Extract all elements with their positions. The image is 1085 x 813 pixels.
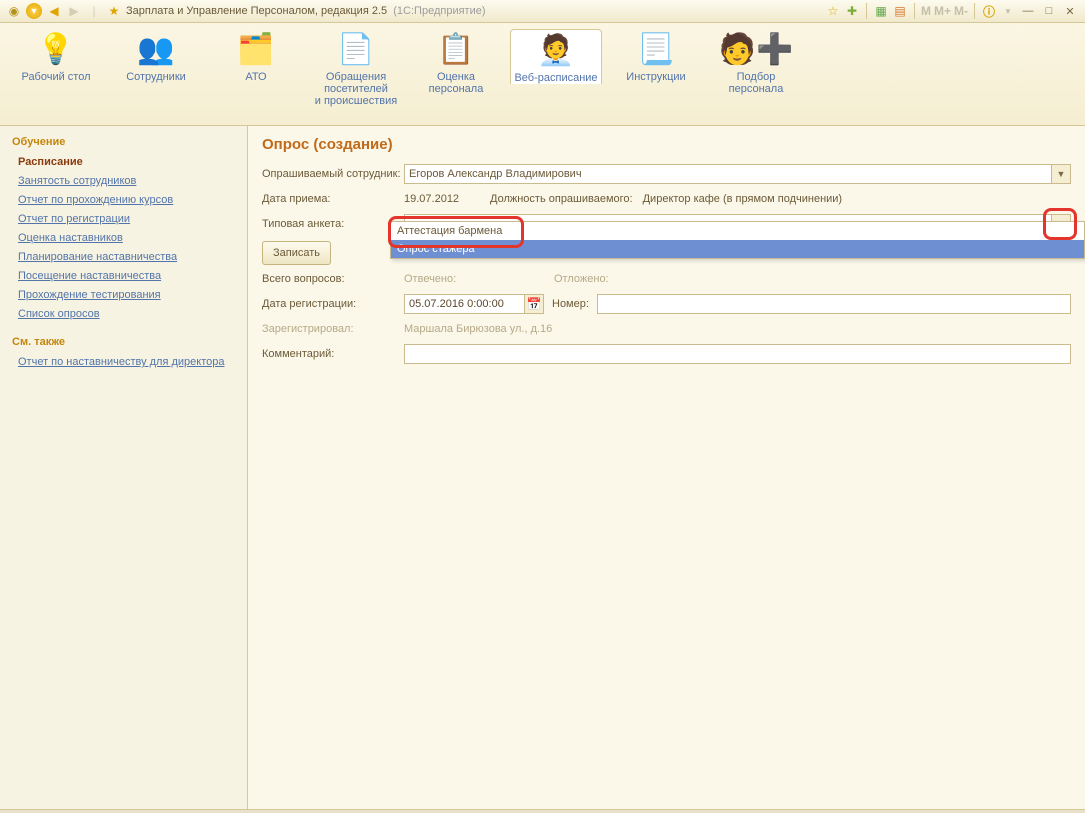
sidebar-link-testing[interactable]: Прохождение тестирования (18, 287, 229, 303)
toolbar-sublabel: и происшествия (315, 95, 397, 107)
sidebar-link-mentoring-plan[interactable]: Планирование наставничества (18, 249, 229, 265)
regdate-input[interactable]: 05.07.2016 0:00:00 📅 (404, 294, 544, 314)
document-icon: 📄 (336, 29, 376, 69)
maximize-button[interactable]: □ (1040, 3, 1058, 19)
folder-icon: 🗂️ (236, 29, 276, 69)
toolbar-label: Веб-расписание (514, 72, 597, 84)
main-toolbar: 💡 Рабочий стол 👥 Сотрудники 🗂️ АТО 📄 Обр… (0, 23, 1085, 126)
desk-lamp-icon: 💡 (36, 29, 76, 69)
dropdown-option-selected[interactable]: Опрос стажера (391, 240, 1084, 258)
sidebar-link-registration-report[interactable]: Отчет по регистрации (18, 211, 229, 227)
window-titlebar: ◉ ▼ ◀ ▶ | ★ Зарплата и Управление Персон… (0, 0, 1085, 23)
sidebar-link-employment[interactable]: Занятость сотрудников (18, 173, 229, 189)
label-deferred: Отложено: (554, 273, 609, 285)
window-title: Зарплата и Управление Персоналом, редакц… (126, 5, 486, 17)
person-plus-icon: 🧑‍➕ (736, 29, 776, 69)
dropdown-option[interactable]: Аттестация бармена (391, 222, 1084, 240)
toolbar-label: Инструкции (626, 71, 685, 83)
label-employee: Опрашиваемый сотрудник: (262, 168, 404, 180)
divider: | (86, 3, 102, 19)
toolbar-item-recruitment[interactable]: 🧑‍➕ Подбор персонала (710, 29, 802, 95)
app-logo-icon: ◉ (6, 3, 22, 19)
people-icon: 👥 (136, 29, 176, 69)
toolbar-item-visitors[interactable]: 📄 Обращения посетителей и происшествия (310, 29, 402, 107)
sidebar-link-mentoring-director-report[interactable]: Отчет по наставничеству для директора (18, 354, 229, 370)
separator (866, 3, 867, 19)
statusbar (0, 809, 1085, 813)
label-position: Должность опрашиваемого: (490, 193, 633, 205)
nav-back-icon[interactable]: ◀ (46, 3, 62, 19)
comment-input[interactable] (404, 344, 1071, 364)
toolbar-sublabel: персонала (729, 83, 784, 95)
mem-m[interactable]: M (921, 4, 931, 18)
label-registered: Зарегистрировал: (262, 323, 404, 335)
label-survey: Типовая анкета: (262, 218, 404, 230)
calculator-icon[interactable]: ▦ (873, 3, 889, 19)
star-icon[interactable]: ★ (106, 3, 122, 19)
dropdown-icon[interactable]: ▼ (26, 3, 42, 19)
toolbar-sublabel: персонала (429, 83, 484, 95)
employee-value: Егоров Александр Владимирович (409, 168, 582, 180)
toolbar-label: Обращения посетителей (310, 71, 402, 95)
toolbar-label: Сотрудники (126, 71, 186, 83)
info-dd-icon[interactable]: ▼ (1000, 3, 1016, 19)
sidebar-heading-training: Обучение (12, 136, 235, 148)
label-answered: Отвечено: (404, 273, 554, 285)
fav-star-icon[interactable]: ☆ (825, 3, 841, 19)
calendar-icon[interactable]: 📅 (524, 295, 543, 313)
toolbar-label: АТО (245, 71, 266, 83)
bookmark-icon[interactable]: ✚ (844, 3, 860, 19)
label-hiredate: Дата приема: (262, 193, 404, 205)
survey-dropdown-list[interactable]: Аттестация бармена Опрос стажера (390, 221, 1085, 259)
toolbar-label: Рабочий стол (21, 71, 90, 83)
clipboard-icon: 📋 (436, 29, 476, 69)
page-icon: 📃 (636, 29, 676, 69)
toolbar-item-instructions[interactable]: 📃 Инструкции (610, 29, 702, 83)
page-title: Опрос (создание) (262, 136, 1071, 153)
regdate-value: 05.07.2016 0:00:00 (409, 298, 504, 310)
toolbar-label: Оценка (437, 71, 475, 83)
sidebar-link-course-report[interactable]: Отчет по прохождению курсов (18, 192, 229, 208)
info-icon[interactable]: ⓘ (981, 3, 997, 19)
toolbar-item-assessment[interactable]: 📋 Оценка персонала (410, 29, 502, 95)
toolbar-item-employees[interactable]: 👥 Сотрудники (110, 29, 202, 83)
chevron-down-icon[interactable]: ▼ (1051, 165, 1070, 183)
toolbar-item-ato[interactable]: 🗂️ АТО (210, 29, 302, 83)
mem-mminus[interactable]: M- (954, 4, 968, 18)
mem-mplus[interactable]: M+ (934, 4, 951, 18)
label-comment: Комментарий: (262, 348, 404, 360)
save-button[interactable]: Записать (262, 241, 331, 265)
number-input[interactable] (597, 294, 1071, 314)
main-panel: Опрос (создание) Опрашиваемый сотрудник:… (248, 126, 1085, 809)
label-regdate: Дата регистрации: (262, 298, 404, 310)
position-value: Директор кафе (в прямом подчинении) (643, 193, 842, 205)
sidebar-link-surveys-list[interactable]: Список опросов (18, 306, 229, 322)
toolbar-item-webschedule[interactable]: 🧑‍💼 Веб-расписание (510, 29, 602, 84)
sidebar-link-mentor-eval[interactable]: Оценка наставников (18, 230, 229, 246)
close-button[interactable]: ✕ (1061, 3, 1079, 19)
label-number: Номер: (552, 298, 589, 310)
nav-fwd-icon[interactable]: ▶ (66, 3, 82, 19)
label-totalq: Всего вопросов: (262, 273, 404, 285)
minimize-button[interactable]: — (1019, 3, 1037, 19)
sidebar: Обучение Расписание Занятость сотруднико… (0, 126, 248, 809)
sidebar-link-schedule[interactable]: Расписание (18, 154, 229, 170)
registered-value: Маршала Бирюзова ул., д.16 (404, 323, 552, 335)
hiredate-value: 19.07.2012 (404, 193, 484, 205)
separator (914, 3, 915, 19)
calendar-icon[interactable]: ▤ (892, 3, 908, 19)
toolbar-label: Подбор (737, 71, 776, 83)
toolbar-item-desktop[interactable]: 💡 Рабочий стол (10, 29, 102, 83)
globe-person-icon: 🧑‍💼 (536, 30, 576, 70)
employee-input[interactable]: Егоров Александр Владимирович ▼ (404, 164, 1071, 184)
sidebar-heading-seealso: См. также (12, 336, 235, 348)
sidebar-link-mentoring-visit[interactable]: Посещение наставничества (18, 268, 229, 284)
separator (974, 3, 975, 19)
